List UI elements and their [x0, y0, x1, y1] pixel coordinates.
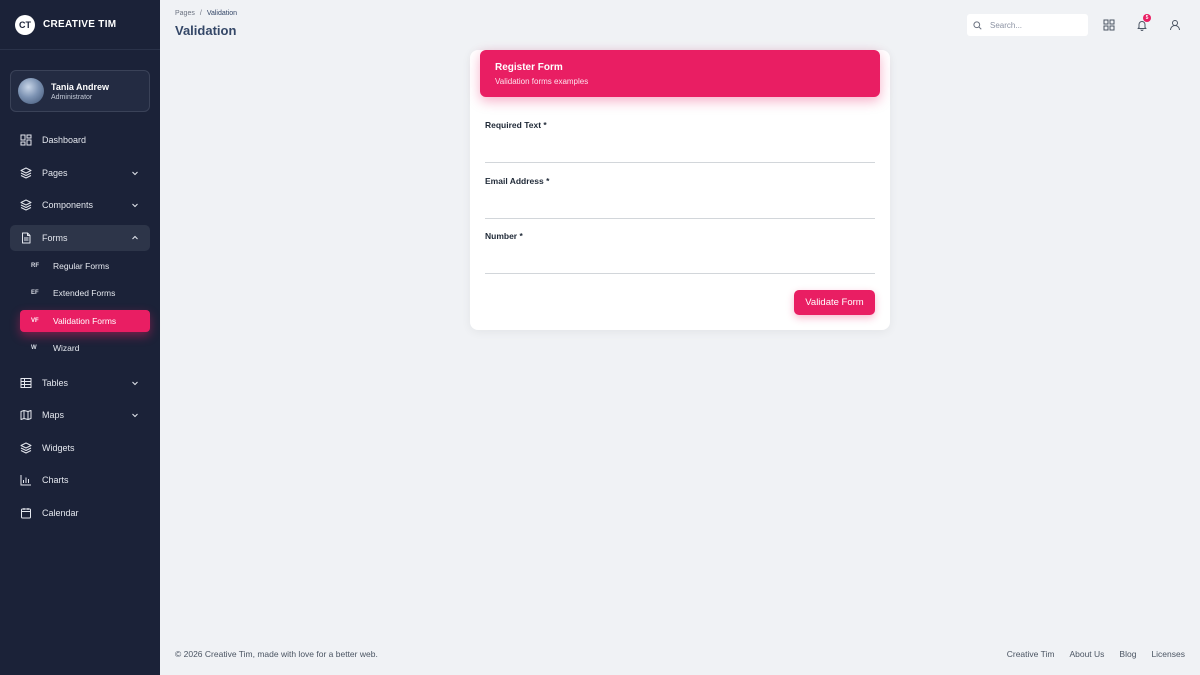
notification-badge: 5: [1143, 14, 1151, 22]
sidebar-item-calendar[interactable]: Calendar: [10, 500, 150, 526]
email-input[interactable]: [485, 197, 875, 219]
document-icon: [20, 232, 32, 244]
sidebar-item-label: Charts: [42, 475, 69, 485]
sidebar-item-components[interactable]: Components: [10, 192, 150, 218]
brand-logo: CT: [15, 14, 35, 35]
subitem-abbr: W: [31, 345, 37, 351]
search-box[interactable]: [967, 14, 1088, 36]
card-subtitle: Validation forms examples: [495, 77, 589, 86]
notifications-button[interactable]: 5: [1135, 14, 1151, 31]
brand-name: CREATIVE TIM: [43, 19, 117, 30]
bar-chart-icon: [20, 474, 32, 486]
sidebar-item-charts[interactable]: Charts: [10, 467, 150, 493]
search-icon: [973, 20, 982, 30]
subitem-label: Wizard: [53, 343, 80, 353]
sidebar-item-label: Calendar: [42, 508, 79, 518]
table-icon: [20, 377, 32, 389]
sidebar-item-label: Pages: [42, 168, 68, 178]
sidebar-subitem-wizard[interactable]: W Wizard: [20, 337, 150, 359]
layers-icon: [20, 442, 32, 454]
subitem-abbr: RF: [31, 263, 39, 269]
sidebar-item-tables[interactable]: Tables: [10, 370, 150, 396]
subitem-label: Regular Forms: [53, 261, 110, 271]
sidebar-item-label: Forms: [42, 233, 68, 243]
subitem-abbr: EF: [31, 290, 39, 296]
map-icon: [20, 409, 32, 421]
subitem-abbr: VF: [31, 318, 39, 324]
footer-links: Creative Tim About Us Blog Licenses: [1007, 649, 1185, 659]
sidebar-subitem-extended-forms[interactable]: EF Extended Forms: [20, 282, 150, 304]
email-label: Email Address *: [485, 176, 550, 186]
account-button[interactable]: [1168, 18, 1181, 31]
sidebar-subitem-validation-forms[interactable]: VF Validation Forms: [20, 310, 150, 332]
number-field: Number *: [485, 226, 875, 274]
required-text-input[interactable]: [485, 141, 875, 163]
sidebar-item-maps[interactable]: Maps: [10, 402, 150, 428]
email-field: Email Address *: [485, 171, 875, 219]
chevron-up-icon: [132, 235, 138, 240]
dashboard-icon: [20, 134, 32, 146]
sidebar-item-dashboard[interactable]: Dashboard: [10, 127, 150, 153]
card-header: Register Form Validation forms examples: [480, 50, 880, 97]
chevron-down-icon: [132, 413, 138, 418]
user-role: Administrator: [51, 93, 93, 101]
breadcrumb-parent[interactable]: Pages: [175, 10, 195, 17]
apps-button[interactable]: [1102, 18, 1115, 31]
sidebar-item-pages[interactable]: Pages: [10, 160, 150, 186]
sidebar-subitem-regular-forms[interactable]: RF Regular Forms: [20, 255, 150, 277]
sidebar-item-label: Dashboard: [42, 135, 87, 145]
footer-link-creative-tim[interactable]: Creative Tim: [1007, 649, 1055, 659]
register-form-card: Register Form Validation forms examples …: [470, 50, 890, 330]
sidebar: CT CREATIVE TIM Tania Andrew Administrat…: [0, 0, 160, 675]
user-name: Tania Andrew: [51, 81, 110, 92]
calendar-icon: [20, 507, 32, 519]
subitem-label: Extended Forms: [53, 288, 116, 298]
required-text-label: Required Text *: [485, 120, 547, 130]
layers-icon: [20, 167, 32, 179]
user-info: Tania Andrew Administrator: [51, 82, 109, 101]
footer-link-about-us[interactable]: About Us: [1069, 649, 1104, 659]
footer-link-licenses[interactable]: Licenses: [1151, 649, 1185, 659]
number-input[interactable]: [485, 252, 875, 274]
number-label: Number *: [485, 231, 523, 241]
layers-icon: [20, 199, 32, 211]
sidebar-item-widgets[interactable]: Widgets: [10, 435, 150, 461]
card-title: Register Form: [495, 62, 563, 73]
brand[interactable]: CT CREATIVE TIM: [0, 0, 160, 50]
chevron-down-icon: [132, 381, 138, 386]
breadcrumb: Pages / Validation: [175, 10, 237, 17]
validate-form-button[interactable]: Validate Form: [794, 290, 875, 315]
chevron-down-icon: [132, 171, 138, 176]
avatar: [18, 78, 44, 104]
search-input[interactable]: [990, 20, 1080, 30]
chevron-down-icon: [132, 203, 138, 208]
required-text-field: Required Text *: [485, 115, 875, 163]
subitem-label: Validation Forms: [53, 316, 117, 326]
footer-copyright: © 2026 Creative Tim, made with love for …: [175, 649, 378, 659]
sidebar-item-label: Widgets: [42, 443, 75, 453]
sidebar-item-label: Maps: [42, 410, 65, 420]
user-profile[interactable]: Tania Andrew Administrator: [10, 70, 150, 112]
page-title: Validation: [175, 23, 237, 38]
sidebar-item-label: Components: [42, 200, 94, 210]
footer-link-blog[interactable]: Blog: [1119, 649, 1136, 659]
breadcrumb-current: Validation: [206, 10, 238, 17]
sidebar-item-label: Tables: [42, 378, 69, 388]
user-icon: [1169, 19, 1180, 30]
sidebar-item-forms[interactable]: Forms: [10, 225, 150, 251]
breadcrumb-separator: /: [199, 10, 202, 17]
grid-icon: [1103, 19, 1114, 30]
